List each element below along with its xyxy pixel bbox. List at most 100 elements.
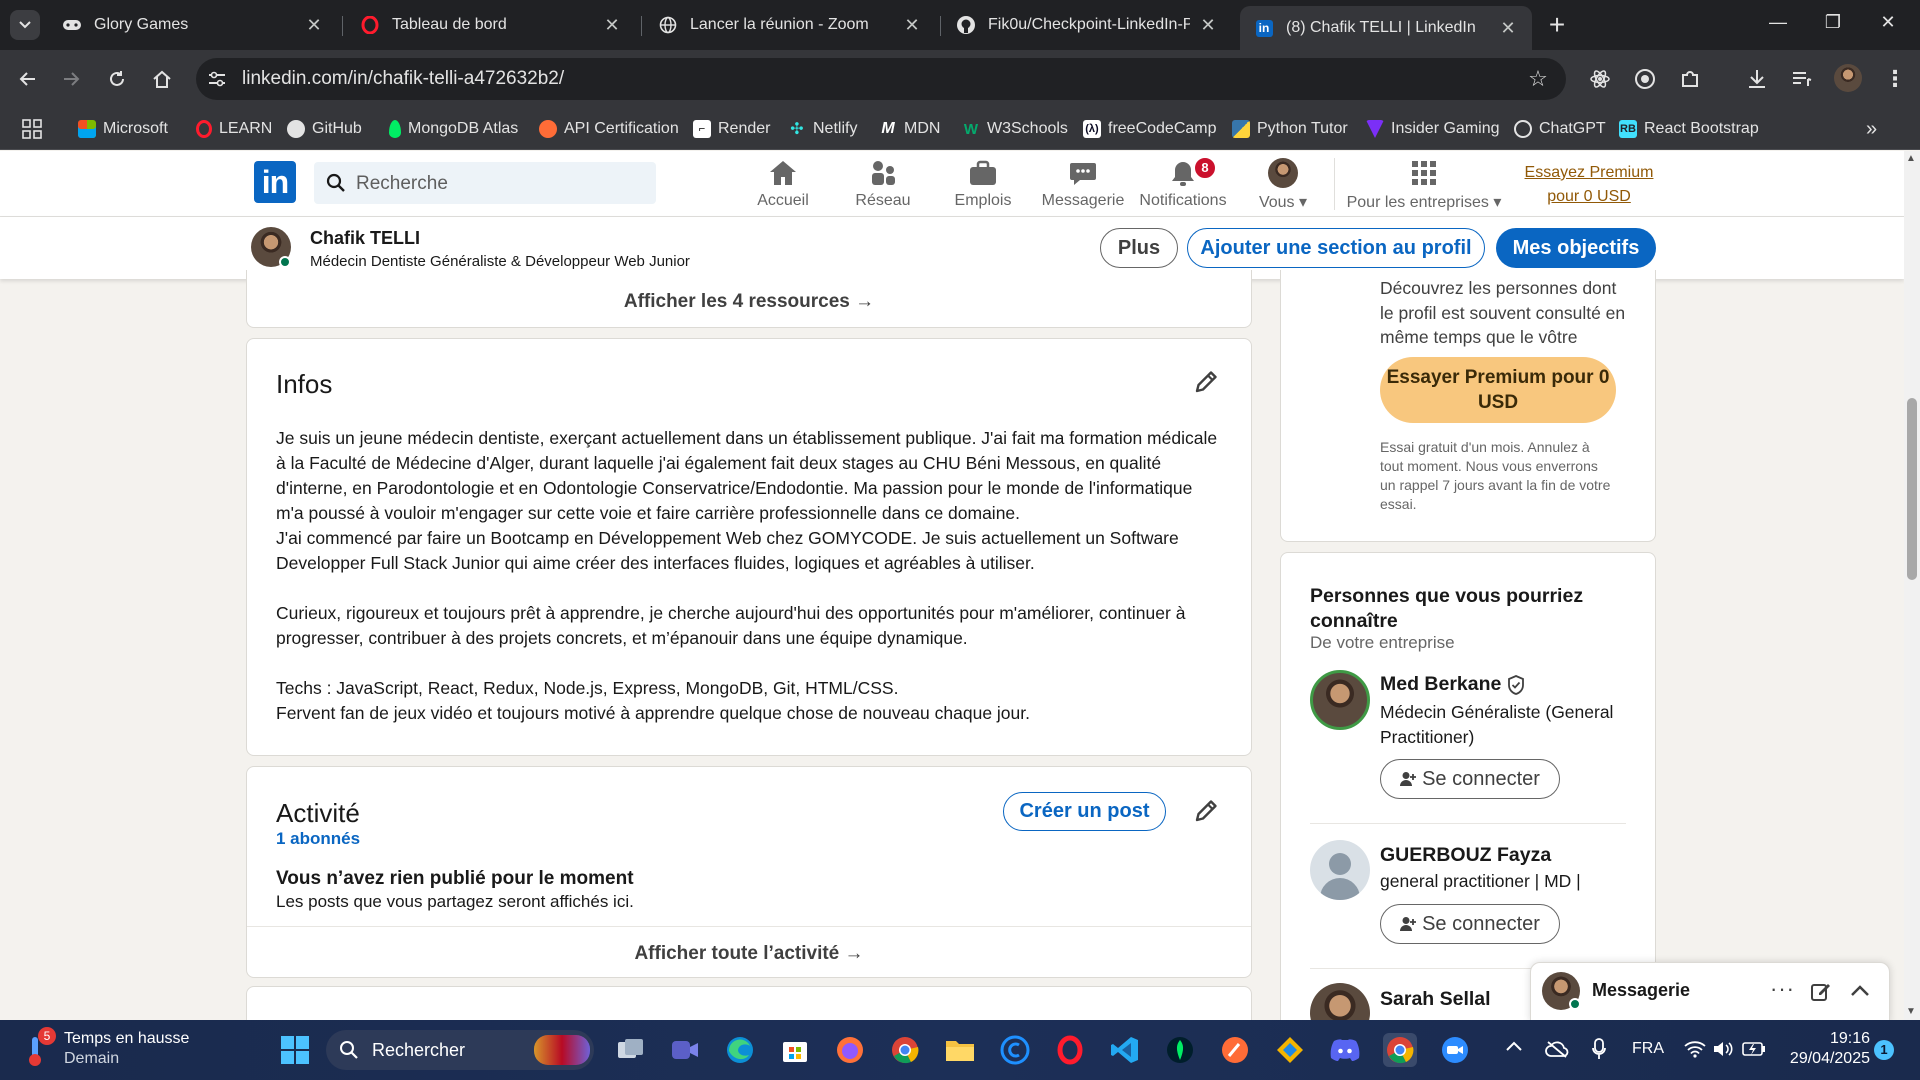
c-app-icon[interactable]	[998, 1033, 1032, 1067]
edit-pencil-icon[interactable]	[1190, 366, 1222, 398]
microphone-icon[interactable]	[1592, 1038, 1606, 1060]
followers-link[interactable]: 1 abonnés	[276, 829, 360, 849]
firefox-icon[interactable]	[833, 1033, 867, 1067]
page-scrollbar[interactable]	[1904, 151, 1920, 1020]
nav-network[interactable]: Réseau	[833, 156, 933, 210]
mongodb-compass-icon[interactable]	[1163, 1033, 1197, 1067]
more-options-icon[interactable]: ···	[1770, 976, 1795, 1002]
extension-target-icon[interactable]	[1630, 64, 1660, 94]
reload-icon[interactable]	[102, 64, 132, 94]
opera-icon[interactable]	[1053, 1033, 1087, 1067]
person-name[interactable]: Sarah Sellal	[1380, 988, 1491, 1011]
add-profile-section-button[interactable]: Ajouter une section au profil	[1187, 228, 1485, 268]
nav-messaging[interactable]: Messagerie	[1033, 156, 1133, 210]
tab-linkedin[interactable]: in (8) Chafik TELLI | LinkedIn ✕	[1240, 6, 1532, 50]
bookmark-api-certification[interactable]: API Certification	[539, 114, 679, 144]
bookmark-microsoft[interactable]: Microsoft	[78, 114, 168, 144]
connect-button[interactable]: Se connecter	[1380, 759, 1560, 799]
scroll-up-arrow-icon[interactable]: ▲	[1906, 153, 1916, 164]
close-tab-icon[interactable]: ✕	[1198, 15, 1218, 36]
edit-pencil-icon[interactable]	[1190, 795, 1222, 827]
bookmark-mongodb[interactable]: MongoDB Atlas	[389, 114, 518, 144]
bookmark-insider-gaming[interactable]: Insider Gaming	[1366, 114, 1500, 144]
bookmark-python-tutor[interactable]: Python Tutor	[1232, 114, 1348, 144]
show-hidden-icons[interactable]	[1506, 1040, 1522, 1052]
new-tab-button[interactable]: +	[1540, 8, 1574, 42]
postman-icon[interactable]	[1218, 1033, 1252, 1067]
compose-message-icon[interactable]	[1810, 980, 1832, 1002]
try-premium-link[interactable]: Essayez Premium pour 0 USD	[1508, 161, 1670, 209]
task-view-icon[interactable]	[614, 1033, 648, 1067]
wifi-icon[interactable]	[1684, 1040, 1706, 1058]
nav-notifications[interactable]: 8 Notifications	[1133, 156, 1233, 210]
file-explorer-icon[interactable]	[943, 1033, 977, 1067]
show-all-activity-link[interactable]: Afficher toute l’activité →	[246, 943, 1252, 965]
home-icon[interactable]	[147, 64, 177, 94]
close-tab-icon[interactable]: ✕	[902, 15, 922, 36]
edge-icon[interactable]	[723, 1033, 757, 1067]
person-name[interactable]: Med Berkane	[1380, 673, 1525, 696]
nav-me[interactable]: Vous ▾	[1233, 156, 1333, 212]
close-window-icon[interactable]: ✕	[1868, 12, 1908, 33]
person-name[interactable]: GUERBOUZ Fayza	[1380, 844, 1551, 867]
bookmark-chatgpt[interactable]: ChatGPT	[1514, 114, 1606, 144]
bookmark-learn[interactable]: LEARN	[196, 114, 272, 144]
download-icon[interactable]	[1742, 64, 1772, 94]
minimize-icon[interactable]: —	[1758, 12, 1798, 33]
battery-icon[interactable]	[1742, 1040, 1766, 1058]
tab-glory-games[interactable]: Glory Games ✕	[48, 6, 338, 44]
media-control-icon[interactable]	[1787, 64, 1817, 94]
show-resources-link[interactable]: Afficher les 4 ressources →	[246, 291, 1252, 313]
create-post-button[interactable]: Créer un post	[1003, 792, 1166, 831]
nav-jobs[interactable]: Emplois	[933, 156, 1033, 210]
close-tab-icon[interactable]: ✕	[304, 15, 324, 36]
bookmark-star-icon[interactable]: ☆	[1523, 64, 1553, 94]
person-avatar[interactable]	[1310, 670, 1370, 730]
bookmark-mdn[interactable]: M MDN	[879, 114, 940, 144]
clock-time[interactable]: 19:16	[1790, 1030, 1870, 1048]
linkedin-logo[interactable]: in	[254, 161, 296, 203]
extension-react-icon[interactable]	[1585, 64, 1615, 94]
bookmark-react-bootstrap[interactable]: RB React Bootstrap	[1619, 114, 1759, 144]
connect-button[interactable]: Se connecter	[1380, 904, 1560, 944]
tab-tableau-de-bord[interactable]: Tableau de bord ✕	[346, 6, 636, 44]
menu-kebab-icon[interactable]: ⋮	[1880, 64, 1910, 94]
chrome-active-icon[interactable]	[1383, 1033, 1417, 1067]
volume-icon[interactable]	[1712, 1040, 1734, 1058]
more-bookmarks-icon[interactable]: »	[1866, 114, 1877, 144]
bookmark-freecodecamp[interactable]: (λ) freeCodeCamp	[1083, 114, 1217, 144]
close-tab-icon[interactable]: ✕	[602, 15, 622, 36]
my-goals-button[interactable]: Mes objectifs	[1496, 228, 1656, 268]
cloud-offline-icon[interactable]	[1545, 1040, 1569, 1058]
more-button[interactable]: Plus	[1100, 228, 1178, 268]
chrome-icon[interactable]	[888, 1033, 922, 1067]
tab-zoom[interactable]: Lancer la réunion - Zoom ✕	[644, 6, 936, 44]
extensions-puzzle-icon[interactable]	[1675, 64, 1705, 94]
bookmark-render[interactable]: ⌐ Render	[693, 114, 770, 144]
vscode-icon[interactable]	[1108, 1033, 1142, 1067]
scroll-down-arrow-icon[interactable]: ▼	[1906, 1006, 1916, 1017]
forward-icon[interactable]	[57, 64, 87, 94]
scrollbar-thumb[interactable]	[1907, 398, 1917, 580]
messaging-widget[interactable]	[1530, 962, 1890, 1022]
microsoft-store-icon[interactable]	[778, 1033, 812, 1067]
bookmark-w3schools[interactable]: W W3Schools	[962, 114, 1068, 144]
bookmark-github[interactable]: GitHub	[287, 114, 362, 144]
apps-grid-icon[interactable]	[17, 114, 47, 144]
profile-avatar[interactable]	[1834, 64, 1862, 92]
teams-meet-icon[interactable]	[668, 1033, 702, 1067]
person-avatar-placeholder[interactable]	[1310, 840, 1370, 900]
clock-date[interactable]: 29/04/2025	[1770, 1050, 1870, 1068]
site-info-icon[interactable]	[202, 64, 232, 94]
chevron-up-icon[interactable]	[1850, 984, 1870, 998]
try-premium-button[interactable]: Essayer Premium pour 0 USD	[1380, 357, 1616, 423]
tab-list-button[interactable]	[10, 10, 40, 40]
zoom-icon[interactable]	[1438, 1033, 1472, 1067]
restore-icon[interactable]: ❐	[1813, 12, 1853, 33]
nav-home[interactable]: Accueil	[733, 156, 833, 210]
windows-start-icon[interactable]	[278, 1033, 312, 1067]
bookmark-netlify[interactable]: ✣ Netlify	[788, 114, 857, 144]
back-icon[interactable]	[12, 64, 42, 94]
close-tab-icon[interactable]: ✕	[1498, 18, 1518, 39]
discord-icon[interactable]	[1328, 1033, 1362, 1067]
